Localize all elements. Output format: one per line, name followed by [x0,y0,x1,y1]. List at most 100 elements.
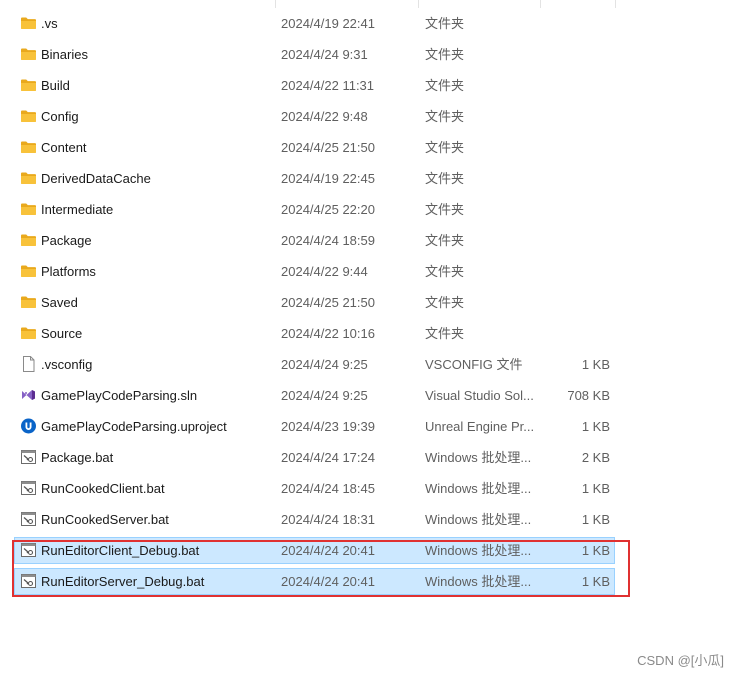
file-type: VSCONFIG 文件 [425,357,523,372]
file-type: 文件夹 [425,16,465,31]
folder-icon [20,201,37,217]
file-row[interactable]: RunEditorClient_Debug.bat 2024/4/24 20:41… [0,535,738,566]
file-type: 文件夹 [425,171,465,186]
file-name[interactable]: Content [41,132,87,163]
folder-icon [20,325,37,341]
file-row[interactable]: GamePlayCodeParsing.sln 2024/4/24 9:25 Vis… [0,380,738,411]
file-size: 2 KB [581,450,610,465]
file-row[interactable]: Source 2024/4/22 10:16 文件夹 [0,318,738,349]
file-row[interactable]: Binaries 2024/4/24 9:31 文件夹 [0,39,738,70]
file-name[interactable]: Source [41,318,82,349]
column-separator[interactable] [615,0,616,8]
file-name[interactable]: RunCookedClient.bat [41,473,165,504]
file-modified-date: 2024/4/19 22:45 [281,171,375,186]
folder-icon [20,77,37,93]
file-row[interactable]: RunEditorServer_Debug.bat 2024/4/24 20:41… [0,566,738,597]
file-modified-date: 2024/4/25 21:50 [281,295,375,310]
folder-icon [20,108,37,124]
file-row[interactable]: Package.bat 2024/4/24 17:24 Windows 批处理...… [0,442,738,473]
file-size: 1 KB [581,574,610,589]
file-name[interactable]: RunEditorServer_Debug.bat [41,566,204,597]
file-row[interactable]: RunCookedClient.bat 2024/4/24 18:45 Window… [0,473,738,504]
file-name[interactable]: GamePlayCodeParsing.sln [41,380,197,411]
file-row[interactable]: .vs 2024/4/19 22:41 文件夹 [0,8,738,39]
folder-icon [20,263,37,279]
file-type: Visual Studio Sol... [425,388,534,403]
file-modified-date: 2024/4/25 22:20 [281,202,375,217]
file-name[interactable]: RunEditorClient_Debug.bat [41,535,199,566]
file-name[interactable]: GamePlayCodeParsing.uproject [41,411,227,442]
file-name[interactable]: Package [41,225,92,256]
file-type: 文件夹 [425,202,465,217]
column-separator[interactable] [540,0,541,8]
file-modified-date: 2024/4/24 20:41 [281,574,375,589]
file-type: 文件夹 [425,264,465,279]
file-name[interactable]: Platforms [41,256,96,287]
file-type: 文件夹 [425,140,465,155]
file-name[interactable]: Binaries [41,39,88,70]
file-name[interactable]: .vsconfig [41,349,92,380]
file-row[interactable]: Content 2024/4/25 21:50 文件夹 [0,132,738,163]
file-list: .vs 2024/4/19 22:41 文件夹 Binaries 2024/4/24 9… [0,8,738,597]
file-size: 1 KB [581,357,610,372]
file-row[interactable]: Build 2024/4/22 11:31 文件夹 [0,70,738,101]
column-separator[interactable] [275,0,276,8]
folder-icon [20,46,37,62]
file-name[interactable]: Saved [41,287,78,318]
file-name[interactable]: Intermediate [41,194,113,225]
file-row[interactable]: Config 2024/4/22 9:48 文件夹 [0,101,738,132]
file-type: Windows 批处理... [425,512,532,527]
file-row[interactable]: Package 2024/4/24 18:59 文件夹 [0,225,738,256]
file-modified-date: 2024/4/19 22:41 [281,16,375,31]
batch-file-icon [20,573,37,589]
file-name[interactable]: .vs [41,8,58,39]
document-icon [20,356,37,372]
file-modified-date: 2024/4/24 18:31 [281,512,375,527]
file-name[interactable]: DerivedDataCache [41,163,151,194]
file-modified-date: 2024/4/22 10:16 [281,326,375,341]
file-row[interactable]: RunCookedServer.bat 2024/4/24 18:31 Window… [0,504,738,535]
file-size: 1 KB [581,512,610,527]
file-modified-date: 2024/4/22 11:31 [281,78,375,93]
folder-icon [20,15,37,31]
visual-studio-icon [20,387,37,403]
file-type: 文件夹 [425,78,465,93]
file-type: Windows 批处理... [425,450,532,465]
watermark: CSDN @[小瓜] [637,653,724,668]
file-name[interactable]: Package.bat [41,442,113,473]
file-name[interactable]: Config [41,101,79,132]
batch-file-icon [20,511,37,527]
file-size: 1 KB [581,543,610,558]
file-type: 文件夹 [425,109,465,124]
unreal-engine-icon [20,418,37,434]
file-modified-date: 2024/4/23 19:39 [281,419,375,434]
file-type: 文件夹 [425,47,465,62]
column-separator[interactable] [418,0,419,8]
file-type: Unreal Engine Pr... [425,419,535,434]
file-type: 文件夹 [425,233,465,248]
file-type: 文件夹 [425,326,465,341]
file-size: 1 KB [581,419,610,434]
file-row[interactable]: Saved 2024/4/25 21:50 文件夹 [0,287,738,318]
file-row[interactable]: GamePlayCodeParsing.uproject 2024/4/23 19… [0,411,738,442]
file-size: 1 KB [581,481,610,496]
file-row[interactable]: Platforms 2024/4/22 9:44 文件夹 [0,256,738,287]
file-row[interactable]: DerivedDataCache 2024/4/19 22:45 文件夹 [0,163,738,194]
batch-file-icon [20,480,37,496]
file-modified-date: 2024/4/24 9:31 [281,47,368,62]
file-type: Windows 批处理... [425,543,532,558]
file-modified-date: 2024/4/24 9:25 [281,388,368,403]
file-modified-date: 2024/4/24 18:45 [281,481,375,496]
folder-icon [20,294,37,310]
batch-file-icon [20,542,37,558]
file-type: Windows 批处理... [425,481,532,496]
file-name[interactable]: RunCookedServer.bat [41,504,169,535]
file-row[interactable]: .vsconfig 2024/4/24 9:25 VSCONFIG 文件 1 KB [0,349,738,380]
file-size: 708 KB [567,388,610,403]
file-modified-date: 2024/4/24 18:59 [281,233,375,248]
folder-icon [20,232,37,248]
file-modified-date: 2024/4/22 9:44 [281,264,368,279]
file-name[interactable]: Build [41,70,70,101]
file-modified-date: 2024/4/25 21:50 [281,140,375,155]
file-row[interactable]: Intermediate 2024/4/25 22:20 文件夹 [0,194,738,225]
